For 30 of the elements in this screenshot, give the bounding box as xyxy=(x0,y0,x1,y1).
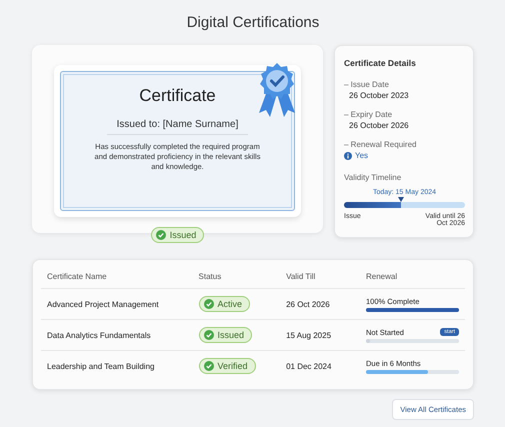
field-label: – Renewal Required xyxy=(344,140,418,149)
field-value: 26 October 2026 xyxy=(349,121,410,130)
status-badge: Verified xyxy=(198,358,256,374)
column-header: Valid Till xyxy=(280,265,360,288)
field-label: – Issue Date xyxy=(344,80,390,89)
page-title: Digital Certifications xyxy=(186,14,320,31)
timeline-title: Validity Timeline xyxy=(344,173,402,182)
column-header: Renewal xyxy=(360,265,465,288)
check-icon xyxy=(204,299,214,309)
status-badge: Issued xyxy=(150,227,204,243)
info-icon xyxy=(344,152,352,160)
table-cell: Data Analytics Fundamentals xyxy=(41,320,193,350)
table-cell: 01 Dec 2024 xyxy=(280,350,360,381)
table-cell: Leadership and Team Building xyxy=(41,350,193,381)
check-icon xyxy=(204,330,214,340)
field-label: – Expiry Date xyxy=(344,110,394,119)
details-title: Certificate Details xyxy=(344,58,417,68)
status-badge: Active xyxy=(198,296,250,312)
column-header: Status xyxy=(192,265,280,288)
check-icon xyxy=(204,361,214,371)
table-cell: 15 Aug 2025 xyxy=(280,320,360,350)
certificate-heading: Certificate xyxy=(139,86,216,106)
column-header: Certificate Name xyxy=(41,265,193,288)
field-value: 26 October 2023 xyxy=(349,91,410,100)
table-cell: Advanced Project Management xyxy=(41,288,193,320)
status-badge: Issued xyxy=(198,327,252,343)
recipient-name: Issued to: [Name Surname] xyxy=(106,119,248,135)
check-icon xyxy=(156,230,166,240)
field-value: Yes xyxy=(355,151,368,160)
table-cell: 26 Oct 2026 xyxy=(280,288,360,320)
